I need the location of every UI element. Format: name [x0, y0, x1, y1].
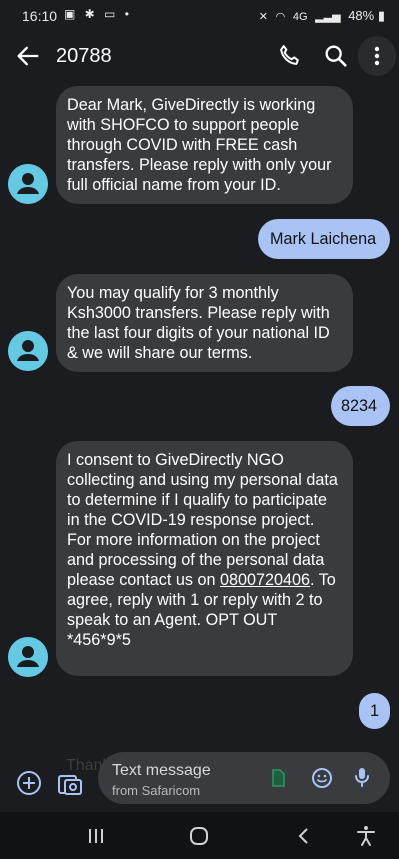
outgoing-message[interactable]: 1: [359, 693, 390, 729]
message-text: You may qualify for 3 monthly Ksh3000 tr…: [67, 284, 330, 362]
emoji-icon[interactable]: [310, 766, 334, 790]
person-icon[interactable]: [8, 331, 48, 371]
conversation-title: 20788: [56, 45, 112, 67]
phone-icon[interactable]: [276, 42, 304, 70]
more-options-button[interactable]: [358, 36, 396, 76]
signal-icon: ▂▃▅: [315, 11, 341, 23]
status-time: 16:10: [22, 8, 58, 24]
wifi-icon: ◠: [275, 11, 286, 23]
accessibility-icon[interactable]: [354, 824, 378, 848]
sim-source-label: from Safaricom: [112, 783, 201, 798]
outgoing-message[interactable]: 8234: [331, 386, 390, 426]
preview-text: Thank: [66, 757, 111, 774]
person-icon[interactable]: [8, 164, 48, 204]
sim-icon[interactable]: [268, 768, 288, 788]
message-placeholder: Text message: [112, 762, 211, 779]
more-vert-icon: [374, 46, 380, 66]
outgoing-message[interactable]: Mark Laichena: [258, 219, 390, 259]
search-icon[interactable]: [322, 42, 350, 70]
message-text: Mark Laichena: [270, 230, 377, 248]
incoming-message[interactable]: Dear Mark, GiveDirectly is working with …: [56, 86, 353, 204]
back-arrow-icon[interactable]: [14, 42, 42, 70]
app-bar: 20788: [0, 32, 399, 84]
phone-link[interactable]: 0800720406: [220, 571, 310, 589]
status-notification-icons: ▣ ✱ ▭ •: [64, 7, 132, 21]
incoming-message[interactable]: You may qualify for 3 monthly Ksh3000 tr…: [56, 274, 353, 372]
battery-level: 48%: [348, 8, 375, 23]
home-icon[interactable]: [188, 825, 210, 847]
battery-icon: ▮: [377, 8, 385, 23]
status-right: ✕ ◠ 4G ▂▃▅ 48% ▮: [259, 8, 385, 24]
message-text: I consent to GiveDirectly NGO collecting…: [67, 451, 338, 589]
message-text: 1: [369, 702, 379, 720]
message-text: Dear Mark, GiveDirectly is working with …: [67, 96, 332, 194]
plus-icon[interactable]: [16, 770, 42, 796]
message-input[interactable]: Text message from Safaricom: [98, 752, 390, 804]
composer-bar: Text message from Safaricom: [0, 740, 399, 810]
person-icon[interactable]: [8, 637, 48, 677]
nav-back-icon[interactable]: [293, 825, 315, 847]
mic-icon[interactable]: [350, 765, 374, 789]
network-type: 4G: [292, 11, 308, 23]
system-nav-bar: [0, 812, 399, 859]
mute-icon: ✕: [258, 11, 268, 23]
incoming-message[interactable]: I consent to GiveDirectly NGO collecting…: [56, 441, 353, 676]
recents-icon[interactable]: [86, 827, 106, 845]
status-bar: 16:10 ▣ ✱ ▭ • ✕ ◠ 4G ▂▃▅ 48% ▮: [0, 0, 399, 32]
message-text: 8234: [341, 397, 378, 415]
